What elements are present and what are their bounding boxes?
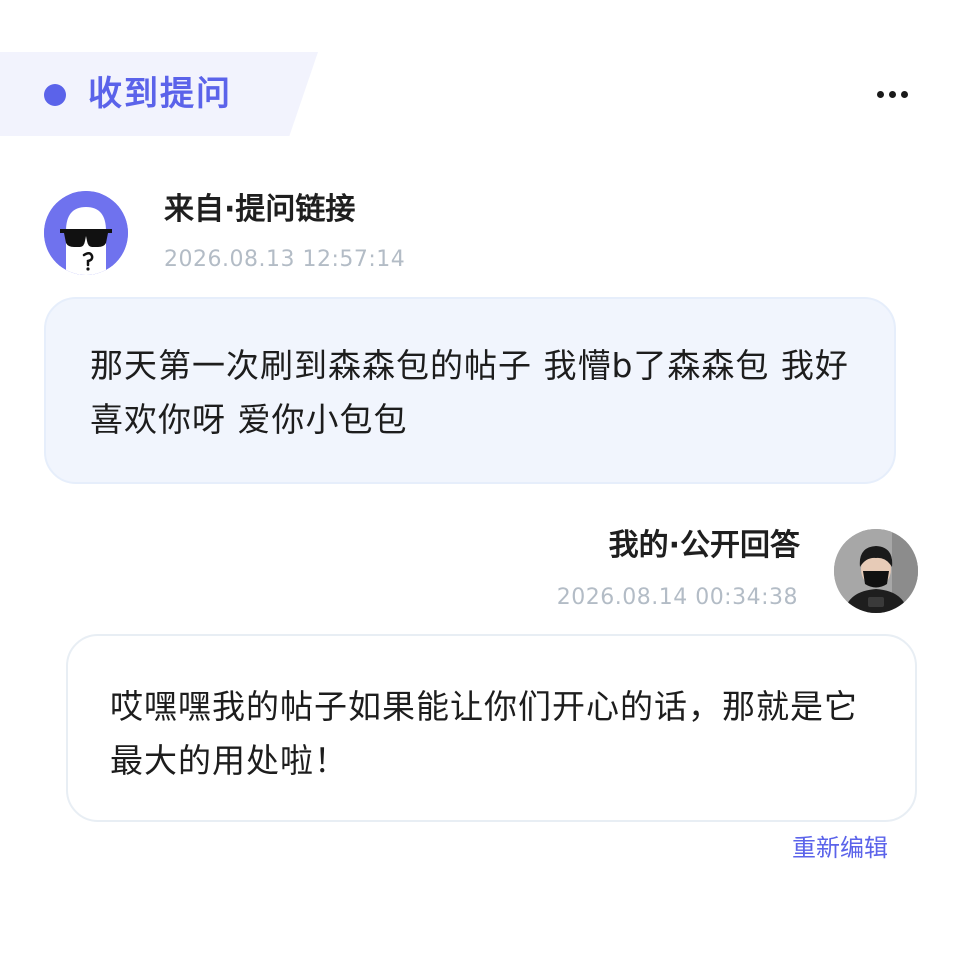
page-title: 收到提问 [88,74,232,114]
header-dot-icon [44,84,66,106]
answerer-avatar [834,529,918,613]
asker-avatar [44,191,128,275]
reedit-button[interactable]: 重新编辑 [792,832,888,864]
sunglasses-character-icon [44,191,128,275]
more-horizontal-icon [876,90,884,98]
question-bubble: 那天第一次刷到森森包的帖子 我懵b了森森包 我好喜欢你呀 爱你小包包 [44,297,896,484]
answer-source-label: 我的·公开回答 [608,528,800,563]
answer-timestamp: 2026.08.14 00:34:38 [556,585,798,610]
more-options-button[interactable] [868,76,916,112]
question-source-label: 来自·提问链接 [164,192,356,227]
answer-bubble: 哎嘿嘿我的帖子如果能让你们开心的话，那就是它最大的用处啦！ [66,634,917,822]
question-text: 那天第一次刷到森森包的帖子 我懵b了森森包 我好喜欢你呀 爱你小包包 [90,346,849,439]
question-timestamp: 2026.08.13 12:57:14 [164,247,406,272]
user-photo-icon [834,529,918,613]
answer-text: 哎嘿嘿我的帖子如果能让你们开心的话，那就是它最大的用处啦！ [110,687,858,780]
